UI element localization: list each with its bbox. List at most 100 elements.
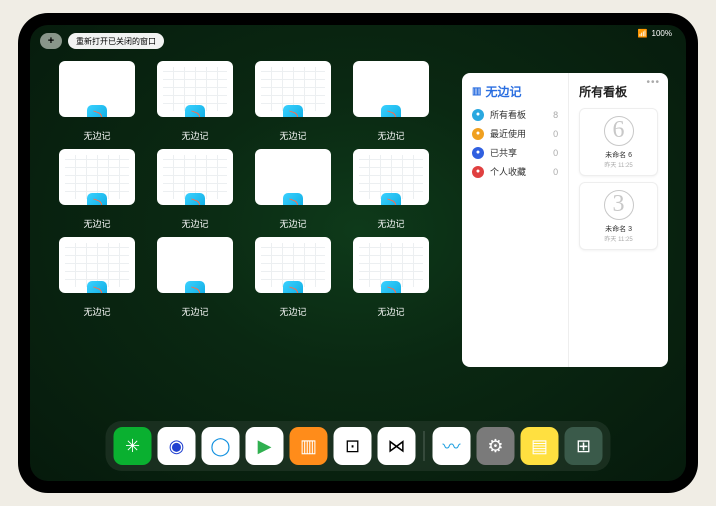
dock-separator xyxy=(424,431,425,461)
window-label: 无边记 xyxy=(83,305,110,318)
freeform-app-icon xyxy=(283,281,303,293)
window-thumbnail[interactable]: 无边记 xyxy=(58,149,136,231)
nav-item[interactable]: ● 已共享 0 xyxy=(472,146,558,159)
nav-item[interactable]: ● 个人收藏 0 xyxy=(472,165,558,178)
window-thumbnail[interactable]: 无边记 xyxy=(58,237,136,319)
dock-app-quark[interactable]: ◉ xyxy=(158,427,196,465)
window-preview[interactable] xyxy=(59,149,135,205)
nav-icon: ● xyxy=(472,128,484,140)
window-preview[interactable] xyxy=(353,61,429,117)
nav-label: 个人收藏 xyxy=(490,165,526,178)
window-preview[interactable] xyxy=(255,149,331,205)
nav-label: 所有看板 xyxy=(490,108,526,121)
nav-item[interactable]: ● 所有看板 8 xyxy=(472,108,558,121)
app-switcher-grid: 无边记无边记无边记无边记无边记无边记无边记无边记无边记无边记无边记无边记 xyxy=(58,61,466,421)
dock-app-connect[interactable]: ⋈ xyxy=(378,427,416,465)
window-preview[interactable] xyxy=(157,237,233,293)
window-preview[interactable] xyxy=(157,61,233,117)
side-panel-nav: ▥ 无边记 ● 所有看板 8 ● 最近使用 0 ● 已共享 0 ● 个人收藏 0 xyxy=(462,73,569,367)
nav-count: 0 xyxy=(553,167,558,177)
dock-app-wechat[interactable]: ✳ xyxy=(114,427,152,465)
window-label: 无边记 xyxy=(279,129,306,142)
status-bar: 📶 100% xyxy=(638,29,672,38)
dock: ✳◉◯▶▥⊡⋈ 〰⚙▤⊞ xyxy=(106,421,611,471)
nav-icon: ● xyxy=(472,147,484,159)
window-thumbnail[interactable]: 无边记 xyxy=(352,61,430,143)
window-preview[interactable] xyxy=(157,149,233,205)
new-window-button[interactable]: + xyxy=(40,33,62,49)
window-label: 无边记 xyxy=(377,305,404,318)
dock-app-books[interactable]: ▥ xyxy=(290,427,328,465)
nav-icon: ● xyxy=(472,166,484,178)
ipad-device: 📶 100% + 重新打开已关闭的窗口 无边记无边记无边记无边记无边记无边记无边… xyxy=(18,13,698,493)
window-thumbnail[interactable]: 无边记 xyxy=(156,149,234,231)
board-time: 昨天 11:25 xyxy=(604,234,632,243)
board-time: 昨天 11:25 xyxy=(604,160,632,169)
freeform-app-icon xyxy=(283,193,303,205)
board-name: 未命名 3 xyxy=(605,224,632,234)
nav-icon: ● xyxy=(472,109,484,121)
sidebar-icon: ▥ xyxy=(472,86,481,97)
freeform-app-icon xyxy=(185,105,205,117)
window-preview[interactable] xyxy=(353,149,429,205)
dock-app-qqbrowser[interactable]: ◯ xyxy=(202,427,240,465)
window-thumbnail[interactable]: 无边记 xyxy=(58,61,136,143)
screen: 📶 100% + 重新打开已关闭的窗口 无边记无边记无边记无边记无边记无边记无边… xyxy=(30,25,686,481)
more-icon[interactable]: ••• xyxy=(646,77,660,88)
freeform-app-icon xyxy=(283,105,303,117)
dock-app-notes[interactable]: ▤ xyxy=(521,427,559,465)
dock-app-play[interactable]: ▶ xyxy=(246,427,284,465)
window-label: 无边记 xyxy=(83,129,110,142)
nav-count: 0 xyxy=(553,148,558,158)
nav-item[interactable]: ● 最近使用 0 xyxy=(472,127,558,140)
window-thumbnail[interactable]: 无边记 xyxy=(254,237,332,319)
window-preview[interactable] xyxy=(255,61,331,117)
window-thumbnail[interactable]: 无边记 xyxy=(156,61,234,143)
reopen-closed-window-button[interactable]: 重新打开已关闭的窗口 xyxy=(68,33,164,49)
freeform-app-icon xyxy=(87,193,107,205)
top-left-controls: + 重新打开已关闭的窗口 xyxy=(40,33,164,49)
board-sketch: 6 xyxy=(604,116,634,146)
nav-count: 8 xyxy=(553,110,558,120)
window-label: 无边记 xyxy=(181,217,208,230)
window-label: 无边记 xyxy=(279,217,306,230)
battery-label: 100% xyxy=(652,29,672,38)
nav-count: 0 xyxy=(553,129,558,139)
freeform-app-icon xyxy=(381,105,401,117)
window-preview[interactable] xyxy=(59,61,135,117)
window-thumbnail[interactable]: 无边记 xyxy=(156,237,234,319)
board-name: 未命名 6 xyxy=(605,150,632,160)
window-label: 无边记 xyxy=(377,129,404,142)
freeform-app-icon xyxy=(185,193,205,205)
window-thumbnail[interactable]: 无边记 xyxy=(352,237,430,319)
window-thumbnail[interactable]: 无边记 xyxy=(352,149,430,231)
dock-app-dice[interactable]: ⊡ xyxy=(334,427,372,465)
board-card[interactable]: 6 未命名 6昨天 11:25 xyxy=(579,108,658,176)
window-label: 无边记 xyxy=(279,305,306,318)
window-thumbnail[interactable]: 无边记 xyxy=(254,61,332,143)
window-label: 无边记 xyxy=(377,217,404,230)
freeform-app-icon xyxy=(381,193,401,205)
side-panel[interactable]: ••• ▥ 无边记 ● 所有看板 8 ● 最近使用 0 ● 已共享 0 ● 个人收藏 0 所有看板 6… xyxy=(462,73,668,367)
nav-label: 已共享 xyxy=(490,146,517,159)
window-preview[interactable] xyxy=(59,237,135,293)
window-label: 无边记 xyxy=(83,217,110,230)
window-label: 无边记 xyxy=(181,305,208,318)
window-preview[interactable] xyxy=(353,237,429,293)
dock-app-recent-group[interactable]: ⊞ xyxy=(565,427,603,465)
freeform-app-icon xyxy=(87,105,107,117)
board-sketch: 3 xyxy=(604,190,634,220)
board-card[interactable]: 3 未命名 3昨天 11:25 xyxy=(579,182,658,250)
freeform-app-icon xyxy=(185,281,205,293)
dock-app-freeform[interactable]: 〰 xyxy=(433,427,471,465)
side-panel-boards: 所有看板 6未命名 6昨天 11:253未命名 3昨天 11:25 xyxy=(569,73,668,367)
window-label: 无边记 xyxy=(181,129,208,142)
dock-app-settings[interactable]: ⚙ xyxy=(477,427,515,465)
freeform-app-icon xyxy=(87,281,107,293)
freeform-app-icon xyxy=(381,281,401,293)
nav-label: 最近使用 xyxy=(490,127,526,140)
wifi-icon: 📶 xyxy=(638,29,648,38)
window-thumbnail[interactable]: 无边记 xyxy=(254,149,332,231)
window-preview[interactable] xyxy=(255,237,331,293)
side-panel-app-title: ▥ 无边记 xyxy=(472,83,558,100)
